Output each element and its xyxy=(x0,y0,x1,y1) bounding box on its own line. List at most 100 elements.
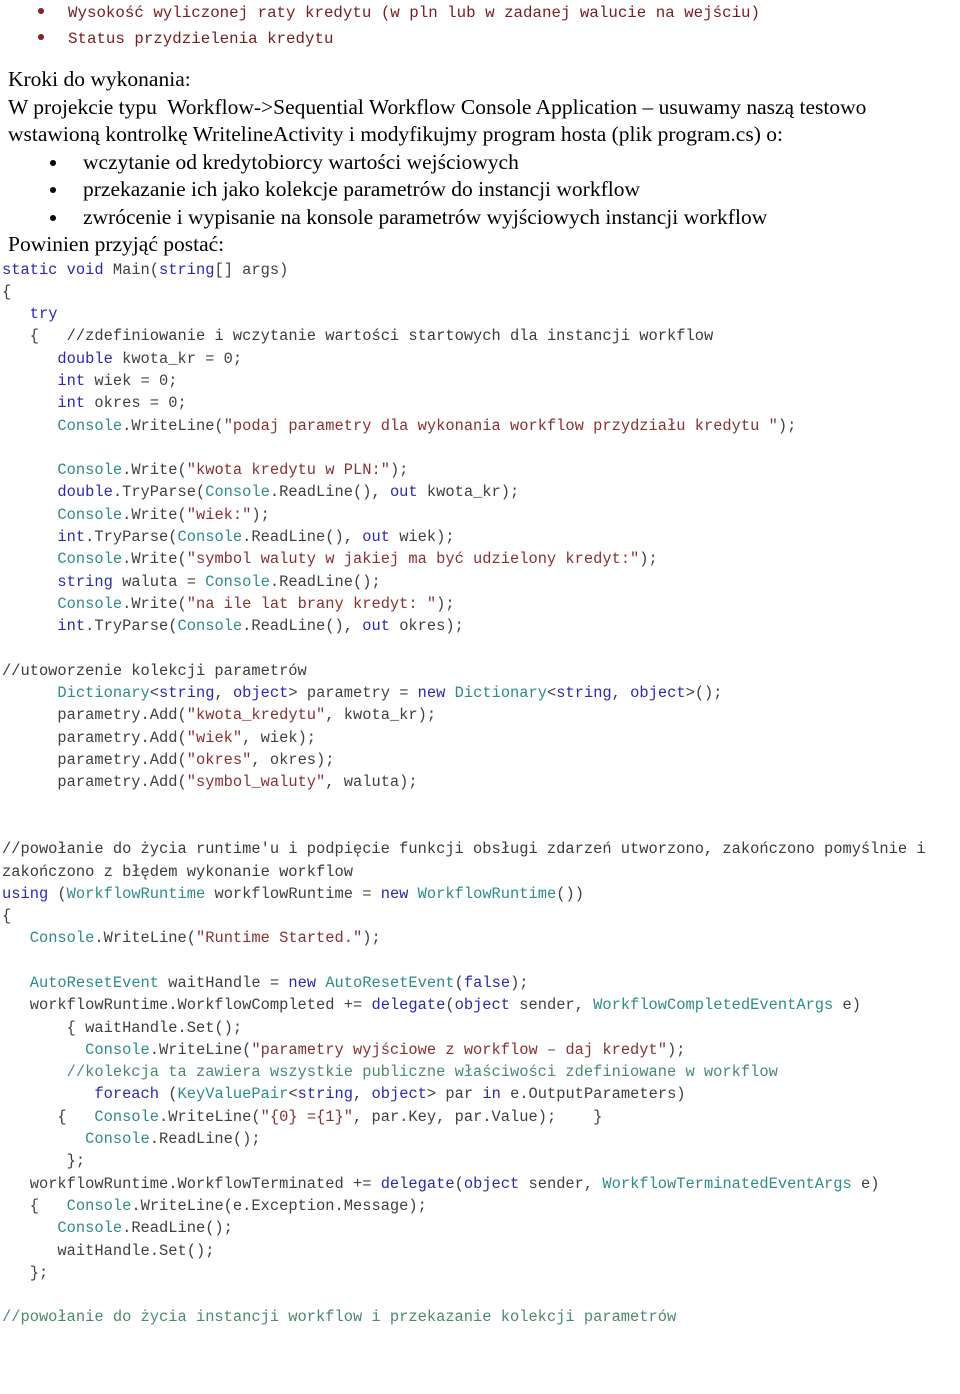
code-token: Main( xyxy=(112,260,160,279)
code-line: Console.WriteLine("podaj parametry dla w… xyxy=(2,415,960,437)
code-token: new xyxy=(417,684,446,703)
code-line: parametry.Add("symbol_waluty", waluta); xyxy=(2,771,960,793)
code-token: AutoResetEvent xyxy=(29,974,160,992)
code-token: "okres" xyxy=(186,751,252,770)
steps-intro-line-1: W projekcie typu Workflow->Sequential Wo… xyxy=(8,94,867,119)
code-token: object xyxy=(630,684,686,703)
code-token: .Write( xyxy=(122,461,187,480)
code-token: object xyxy=(232,684,289,703)
code-token: .Write( xyxy=(122,505,187,524)
code-token: WorkflowRuntime xyxy=(417,884,557,903)
code-line: }; xyxy=(2,1262,960,1284)
code-token: > par xyxy=(426,1085,483,1104)
code-token: .TryParse( xyxy=(85,528,178,547)
code-token: ( xyxy=(454,1174,464,1193)
code-token: int xyxy=(57,371,86,390)
step-text: zwrócenie i wypisanie na konsole paramet… xyxy=(83,204,768,229)
code-token: string xyxy=(57,572,113,591)
code-token: wiek = 0; xyxy=(85,371,178,390)
code-token: out xyxy=(362,528,390,547)
code-token: out xyxy=(362,617,390,636)
code-token: > parametry = xyxy=(288,684,418,703)
code-line: { Console.WriteLine("{0} ={1}", par.Key,… xyxy=(2,1106,960,1128)
code-token: Console xyxy=(205,483,270,502)
code-token: new xyxy=(288,974,317,992)
code-line: int okres = 0; xyxy=(2,392,960,414)
code-token: Console xyxy=(177,528,243,547)
code-token: < xyxy=(288,1085,298,1104)
code-token: Console xyxy=(57,594,123,613)
code-token: "Runtime Started." xyxy=(195,929,363,948)
code-token: ); xyxy=(389,461,409,480)
code-token: .ReadLine(); xyxy=(122,1219,233,1238)
code-token: kwota_kr = 0; xyxy=(112,349,243,368)
code-token: object xyxy=(371,1085,427,1104)
code-token: >(); xyxy=(685,684,723,703)
code-token: ( xyxy=(48,884,67,903)
code-token: waitHandle.Set(); xyxy=(2,1241,215,1260)
code-token: in xyxy=(482,1085,501,1104)
code-token: , par.Key, par.Value); } xyxy=(353,1107,603,1126)
code-token: ); xyxy=(777,416,797,435)
code-token: string xyxy=(159,260,215,279)
code-token: ( xyxy=(159,1085,178,1104)
code-token: , waluta); xyxy=(325,773,418,792)
code-token: Console xyxy=(57,1219,123,1238)
code-token: out xyxy=(389,483,418,502)
code-token: sender, xyxy=(519,1174,603,1193)
code-token: ( xyxy=(454,974,464,992)
code-line: using (WorkflowRuntime workflowRuntime =… xyxy=(2,883,960,905)
code-token: KeyValuePair xyxy=(177,1085,289,1104)
code-line: waitHandle.Set(); xyxy=(2,1240,960,1262)
code-listing: static void Main(string[] args){ try { /… xyxy=(0,259,960,1329)
code-token: //powołanie do życia instancji workflow … xyxy=(2,1308,677,1327)
code-token: }; xyxy=(2,1263,49,1282)
code-token: int xyxy=(57,394,86,413)
code-line: { xyxy=(2,905,960,927)
code-token: Dictionary xyxy=(454,684,547,703)
code-token: "symbol_waluty" xyxy=(186,773,326,792)
code-token: object xyxy=(463,1174,520,1193)
code-line: }; xyxy=(2,1150,960,1172)
code-line: Console.ReadLine(); xyxy=(2,1128,960,1150)
code-line: double kwota_kr = 0; xyxy=(2,348,960,370)
code-token: .WriteLine( xyxy=(122,416,224,435)
code-token: okres); xyxy=(389,617,464,636)
code-token: < xyxy=(547,684,557,703)
code-token: //utoworzenie kolekcji parametrów xyxy=(2,661,307,680)
code-token: Console xyxy=(205,572,270,591)
code-token: workflowRuntime.WorkflowTerminated += xyxy=(2,1174,381,1193)
code-token: "symbol waluty w jakiej ma być udzielony… xyxy=(186,550,640,569)
code-line: parametry.Add("okres", okres); xyxy=(2,749,960,771)
code-token: string xyxy=(556,684,612,703)
code-token: try xyxy=(29,305,58,324)
code-line: //utoworzenie kolekcji parametrów xyxy=(2,660,960,682)
code-token: kwota_kr); xyxy=(417,483,520,502)
code-token: .ReadLine(); xyxy=(149,1130,261,1149)
code-token: //powołanie do życia runtime'u i podpięc… xyxy=(2,840,935,881)
code-token: Console xyxy=(66,1196,132,1215)
code-token: .Write( xyxy=(122,594,187,613)
code-line: foreach (KeyValuePair<string, object> pa… xyxy=(2,1083,960,1105)
code-token: false xyxy=(463,974,511,992)
code-token: double xyxy=(57,483,113,502)
code-line: parametry.Add("kwota_kredytu", kwota_kr)… xyxy=(2,704,960,726)
code-line: int wiek = 0; xyxy=(2,370,960,392)
code-token: new xyxy=(380,884,409,903)
code-token: string xyxy=(159,684,215,703)
code-token: ); xyxy=(251,505,270,524)
code-token: Console xyxy=(57,505,123,524)
code-token: workflowRuntime = xyxy=(205,884,381,903)
code-line: //powołanie do życia runtime'u i podpięc… xyxy=(2,838,960,883)
